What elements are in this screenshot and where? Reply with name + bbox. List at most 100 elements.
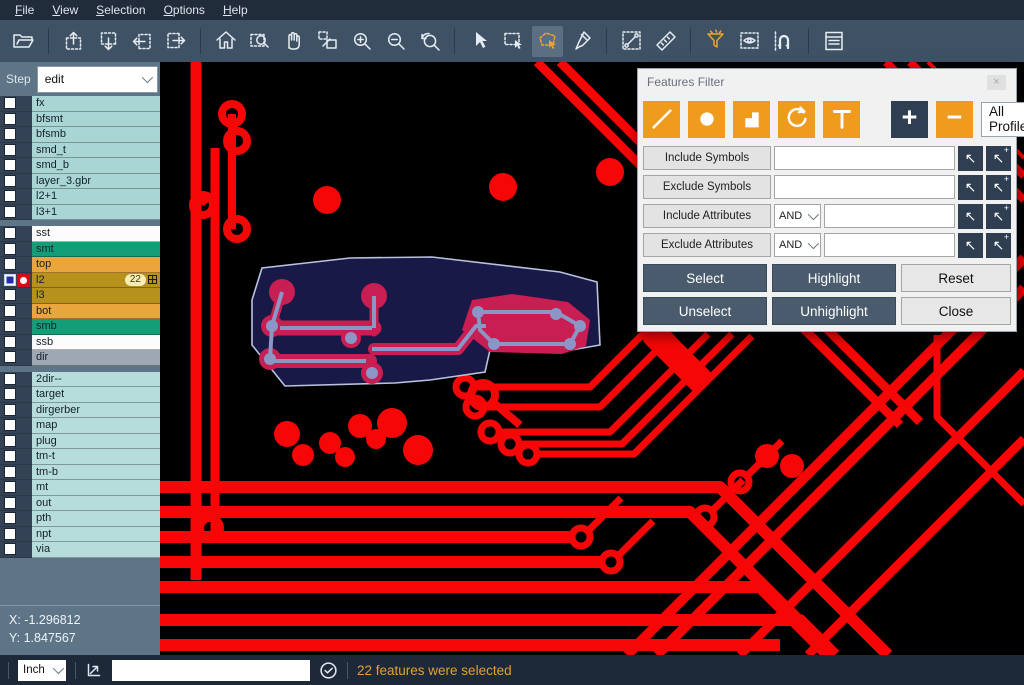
layer-row[interactable]: l3	[0, 288, 160, 304]
filter-surface-button[interactable]	[733, 101, 770, 138]
highlight-button[interactable]: Highlight	[772, 264, 896, 292]
layer-row[interactable]: tm-b	[0, 465, 160, 481]
show-features-button[interactable]	[734, 26, 765, 57]
assign-arrow-button[interactable]	[958, 204, 983, 229]
zoom-window-button[interactable]	[312, 26, 343, 57]
layer-visibility-checkbox[interactable]	[4, 528, 16, 540]
exclude-symbols-button[interactable]: Exclude Symbols	[643, 175, 771, 199]
pan-down-button[interactable]	[92, 26, 123, 57]
clear-highlight-button[interactable]	[566, 26, 597, 57]
filter-arc-button[interactable]	[778, 101, 815, 138]
layer-visibility-checkbox[interactable]	[4, 113, 16, 125]
layer-visibility-checkbox[interactable]	[4, 373, 16, 385]
close-button[interactable]: Close	[901, 297, 1011, 325]
home-view-button[interactable]	[210, 26, 241, 57]
layer-row[interactable]: l2 22	[0, 273, 160, 289]
zoom-previous-button[interactable]	[414, 26, 445, 57]
layer-row[interactable]: ssb	[0, 335, 160, 351]
polarity-positive-button[interactable]: +	[891, 101, 928, 138]
pan-right-button[interactable]	[160, 26, 191, 57]
layer-visibility-checkbox[interactable]	[4, 159, 16, 171]
sync-check-icon[interactable]	[319, 661, 338, 680]
assign-arrow-button[interactable]	[958, 175, 983, 200]
filter-pad-button[interactable]	[688, 101, 725, 138]
layer-visibility-checkbox[interactable]	[4, 419, 16, 431]
menu-options[interactable]: Options	[155, 1, 214, 19]
layer-row[interactable]: smt	[0, 242, 160, 258]
layer-row[interactable]: smd_b	[0, 158, 160, 174]
layer-row[interactable]: target	[0, 387, 160, 403]
step-select[interactable]: edit	[37, 66, 158, 93]
layer-row[interactable]: map	[0, 418, 160, 434]
filter-line-button[interactable]	[643, 101, 680, 138]
layer-visibility-checkbox[interactable]	[4, 481, 16, 493]
include-symbols-button[interactable]: Include Symbols	[643, 146, 771, 170]
feature-log-button[interactable]	[818, 26, 849, 57]
include-attributes-input[interactable]	[824, 204, 955, 228]
layer-visibility-checkbox[interactable]	[4, 512, 16, 524]
layer-visibility-checkbox[interactable]	[4, 144, 16, 156]
zoom-in-button[interactable]	[346, 26, 377, 57]
layer-row[interactable]: layer_3.gbr	[0, 174, 160, 190]
layer-visibility-checkbox[interactable]	[4, 190, 16, 202]
unselect-button[interactable]: Unselect	[643, 297, 767, 325]
polygon-select-button[interactable]	[532, 26, 563, 57]
layer-visibility-checkbox[interactable]	[4, 175, 16, 187]
measure-line-button[interactable]	[616, 26, 647, 57]
include-symbols-input[interactable]	[774, 146, 955, 170]
polarity-negative-button[interactable]: −	[936, 101, 973, 138]
features-filter-button[interactable]	[700, 26, 731, 57]
include-attributes-button[interactable]: Include Attributes	[643, 204, 771, 228]
dialog-title-bar[interactable]: Features Filter ×	[638, 69, 1016, 95]
assign-add-arrow-button[interactable]	[986, 204, 1011, 229]
layer-visibility-checkbox[interactable]	[4, 227, 16, 239]
layer-row[interactable]: l2+1	[0, 189, 160, 205]
command-input[interactable]	[112, 660, 310, 681]
assign-arrow-button[interactable]	[958, 233, 983, 258]
filter-text-button[interactable]	[823, 101, 860, 138]
layer-visibility-checkbox[interactable]	[4, 289, 16, 301]
profile-select[interactable]: All Profile	[981, 102, 1024, 137]
layer-row[interactable]: l3+1	[0, 205, 160, 221]
menu-help[interactable]: Help	[214, 1, 257, 19]
layer-visibility-checkbox[interactable]	[4, 336, 16, 348]
layer-visibility-checkbox[interactable]	[4, 97, 16, 109]
layer-visibility-checkbox[interactable]	[4, 258, 16, 270]
layer-row[interactable]: 2dir--	[0, 372, 160, 388]
layer-visibility-checkbox[interactable]	[4, 404, 16, 416]
layer-row[interactable]: npt	[0, 527, 160, 543]
snap-button[interactable]	[768, 26, 799, 57]
assign-add-arrow-button[interactable]	[986, 146, 1011, 171]
pan-up-button[interactable]	[58, 26, 89, 57]
rect-select-button[interactable]	[498, 26, 529, 57]
layer-visibility-checkbox[interactable]	[4, 320, 16, 332]
layer-row[interactable]: sst	[0, 226, 160, 242]
menu-view[interactable]: View	[43, 1, 87, 19]
layer-row[interactable]: bfsmb	[0, 127, 160, 143]
layer-row[interactable]: pth	[0, 511, 160, 527]
units-select[interactable]: Inch	[18, 660, 66, 681]
menu-selection[interactable]: Selection	[87, 1, 154, 19]
assign-arrow-button[interactable]	[958, 146, 983, 171]
select-arrow-button[interactable]	[464, 26, 495, 57]
layer-row[interactable]: mt	[0, 480, 160, 496]
layer-visibility-checkbox[interactable]	[4, 305, 16, 317]
layer-visibility-checkbox[interactable]	[4, 388, 16, 400]
close-icon[interactable]: ×	[987, 75, 1006, 90]
layer-row[interactable]: via	[0, 542, 160, 558]
layer-visibility-checkbox[interactable]	[4, 435, 16, 447]
layer-row[interactable]: dirgerber	[0, 403, 160, 419]
exclude-attributes-button[interactable]: Exclude Attributes	[643, 233, 771, 257]
layer-row[interactable]: plug	[0, 434, 160, 450]
open-file-button[interactable]	[8, 26, 39, 57]
layer-row[interactable]: smd_t	[0, 143, 160, 159]
exclude-symbols-input[interactable]	[774, 175, 955, 199]
zoom-area-button[interactable]	[244, 26, 275, 57]
include-attributes-op-select[interactable]: AND	[774, 204, 821, 228]
layer-visibility-checkbox[interactable]	[4, 450, 16, 462]
layer-row[interactable]: bot	[0, 304, 160, 320]
measure-ruler-button[interactable]	[650, 26, 681, 57]
layer-visibility-checkbox[interactable]	[4, 543, 16, 555]
layer-row[interactable]: top	[0, 257, 160, 273]
unhighlight-button[interactable]: Unhighlight	[772, 297, 896, 325]
